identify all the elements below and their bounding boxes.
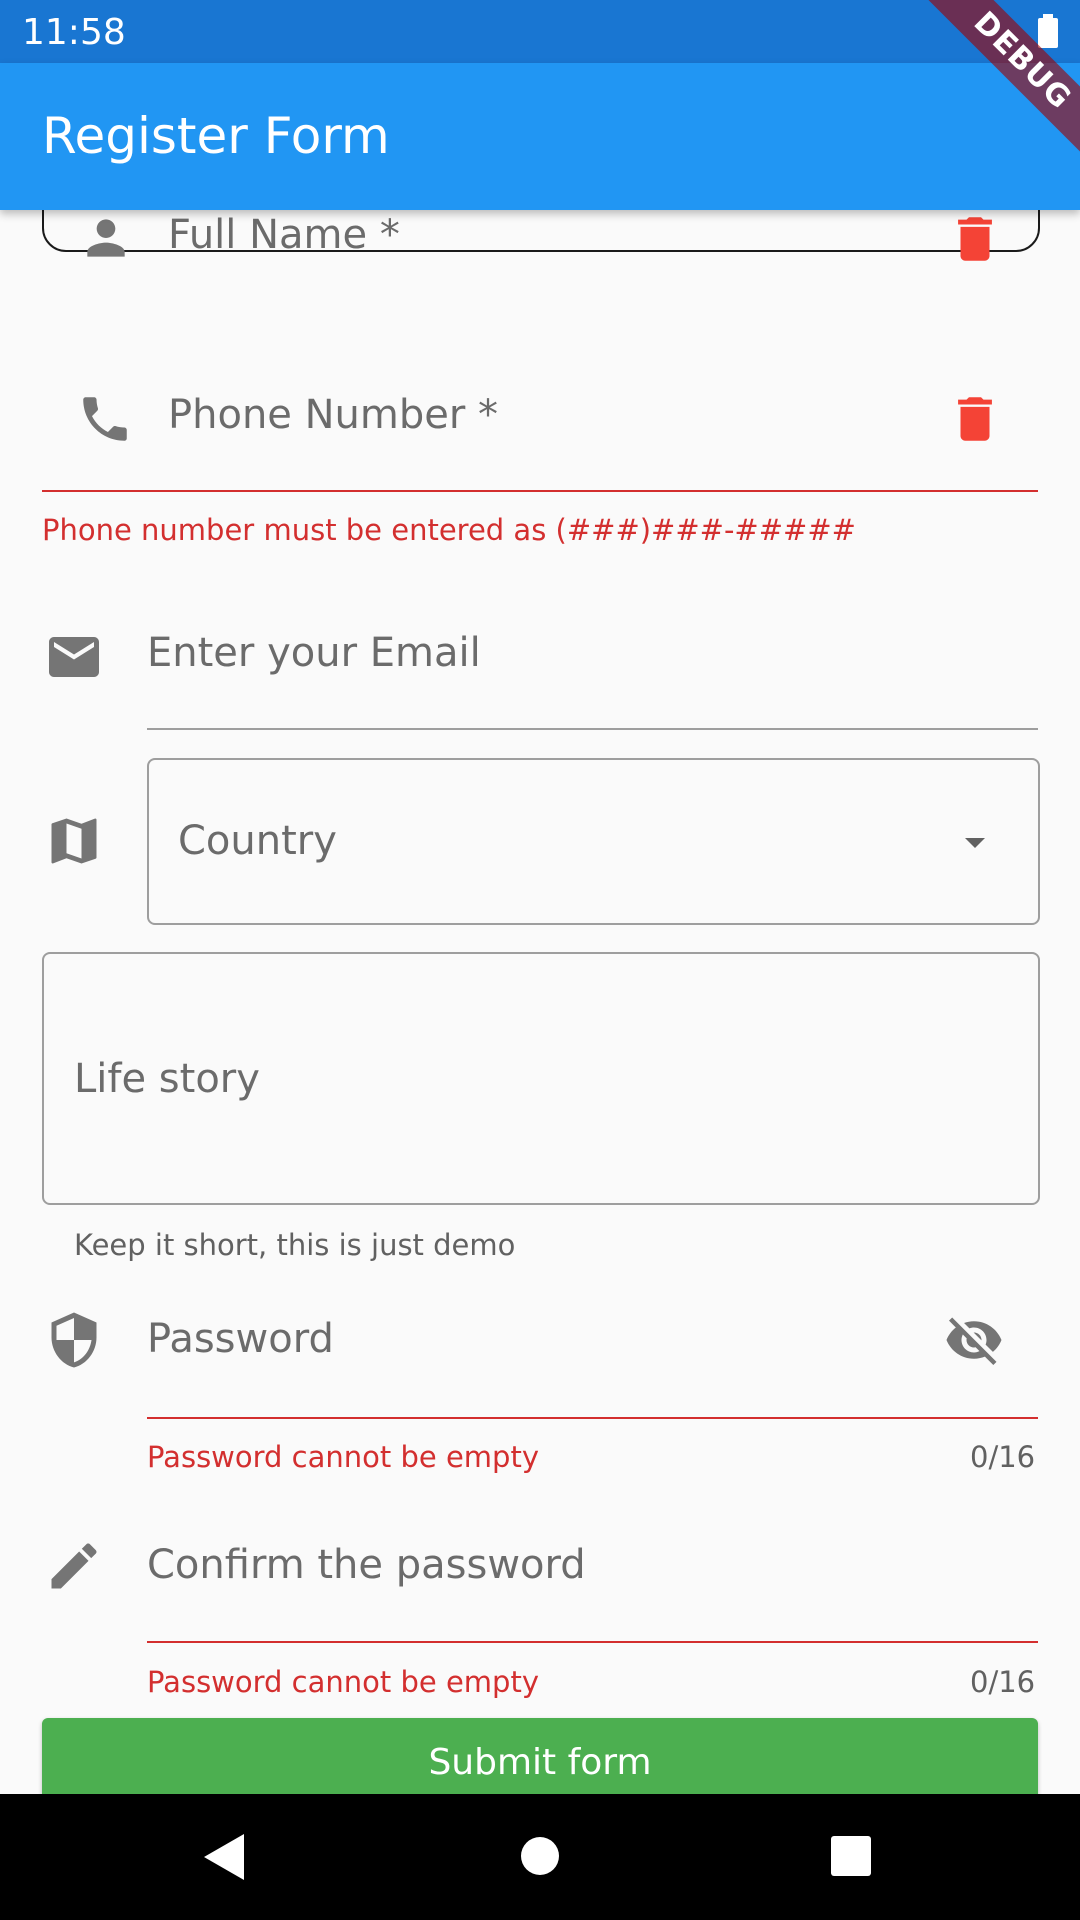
email-icon — [44, 627, 104, 687]
life-story-label: Life story — [74, 1056, 260, 1102]
full-name-label: Full Name * — [168, 212, 400, 258]
password-underline — [147, 1417, 1038, 1419]
status-bar: 11:58 — [0, 0, 1080, 63]
recents-icon[interactable] — [831, 1836, 871, 1876]
phone-underline — [42, 490, 1038, 492]
confirm-password-error-text: Password cannot be empty — [147, 1665, 539, 1699]
submit-button[interactable]: Submit form — [42, 1718, 1038, 1794]
delete-icon[interactable] — [946, 390, 1004, 448]
shield-icon — [44, 1310, 104, 1370]
page-title: Register Form — [42, 107, 390, 165]
confirm-password-counter: 0/16 — [970, 1665, 1036, 1699]
arrow-drop-down-icon[interactable] — [951, 818, 999, 866]
back-icon[interactable] — [204, 1834, 246, 1880]
home-icon[interactable] — [520, 1836, 560, 1876]
life-story-helper-text: Keep it short, this is just demo — [74, 1228, 516, 1262]
country-label: Country — [178, 818, 337, 864]
navigation-bar — [0, 1794, 1080, 1920]
delete-icon[interactable] — [946, 210, 1004, 268]
map-icon — [44, 811, 104, 871]
form-scroll-area[interactable]: Full Name * Phone Number * Phone number … — [0, 210, 1080, 1794]
edit-icon — [44, 1536, 104, 1596]
app-bar: Register Form — [0, 63, 1080, 210]
email-input[interactable]: Enter your Email — [147, 630, 481, 676]
password-input[interactable]: Password — [147, 1316, 334, 1362]
phone-error-text: Phone number must be entered as (###)###… — [42, 513, 856, 547]
phone-number-field[interactable]: Phone Number * — [168, 392, 498, 438]
email-underline — [147, 728, 1038, 730]
phone-icon — [76, 390, 134, 448]
battery-icon — [1036, 14, 1060, 48]
password-counter: 0/16 — [970, 1440, 1036, 1474]
confirm-password-input[interactable]: Confirm the password — [147, 1542, 586, 1588]
confirm-password-underline — [147, 1641, 1038, 1643]
screen: 11:58 Register Form DEBUG Full Name * Ph… — [0, 0, 1080, 1920]
person-icon — [78, 210, 134, 266]
password-error-text: Password cannot be empty — [147, 1440, 539, 1474]
status-time: 11:58 — [22, 12, 126, 53]
visibility-off-icon[interactable] — [944, 1310, 1004, 1370]
